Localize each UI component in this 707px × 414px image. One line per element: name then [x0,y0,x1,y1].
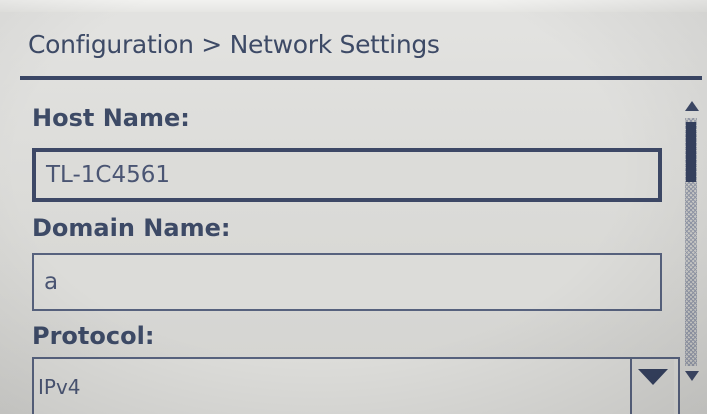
lcd-screen: Configuration > Network Settings Host Na… [0,0,707,414]
breadcrumb: Configuration > Network Settings [28,30,440,59]
domain-name-input[interactable]: a [32,253,662,311]
triangle-up-icon[interactable] [683,96,701,114]
protocol-dropdown-button[interactable] [630,359,674,414]
scrollbar-thumb[interactable] [686,122,696,182]
protocol-label: Protocol: [32,322,155,350]
vertical-scrollbar[interactable] [683,96,701,386]
protocol-select[interactable]: IPv4 [32,357,680,414]
triangle-down-icon[interactable] [683,368,701,386]
chevron-down-icon [638,369,668,385]
domain-name-label: Domain Name: [32,214,231,242]
protocol-selected-value: IPv4 [38,375,81,399]
title-divider [20,76,702,80]
host-name-label: Host Name: [32,104,190,132]
host-name-input[interactable]: TL-1C4561 [32,148,662,202]
screen-vignette [0,0,707,414]
bezel-top [0,0,707,12]
